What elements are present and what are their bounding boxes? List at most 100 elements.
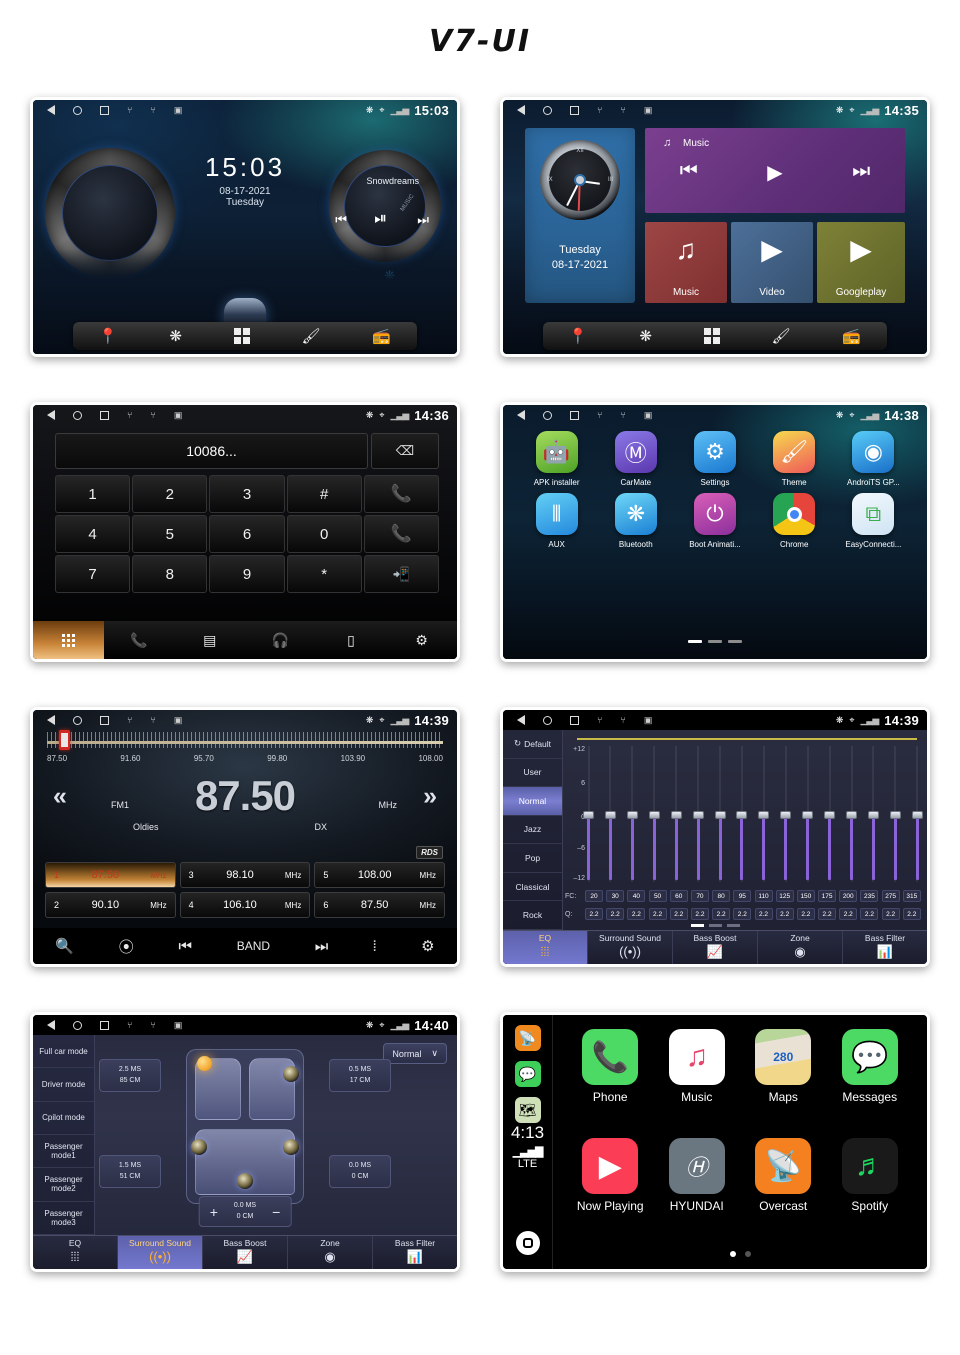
carplay-app-music[interactable]: ♫ Music [654,1029,741,1138]
keypad-icon[interactable] [33,621,104,659]
preset-5[interactable]: 5 108.00 MHz [314,862,445,888]
key-0[interactable]: 0 [286,515,362,553]
mode-cpilot[interactable]: Cpilot mode [33,1102,94,1135]
screen-dialpad[interactable]: ⑂ ⑂ ▣ ❋ ⌖ ▁▃▅ 14:36 10086... ⌫ 1 2 3 # 📞… [30,402,460,662]
q-values-row[interactable]: 2.2 2.2 2.2 2.2 2.2 2.2 2.2 2.2 2.2 2.2 2.2 2.2 2.2 2… [585,908,921,920]
screen-home-clock[interactable]: ⑂ ⑂ ▣ ❋ ⌖ ▁▃▅ 15:03 15:03 08-17-2021 Tue… [30,97,460,357]
page-dot[interactable] [729,1251,736,1257]
q-value[interactable]: 2.2 [712,908,731,920]
screen-surround-sound[interactable]: ⑂ ⑂ ▣ ❋ ⌖ ▁▃▅ 14:40 Full car mode Driver… [30,1012,460,1272]
q-value[interactable]: 2.2 [754,908,773,920]
carplay-app-overcast[interactable]: 📡 Overcast [740,1138,827,1247]
music-playpause-button[interactable]: ⏯ [374,210,387,228]
eq-band-slider[interactable] [670,746,682,882]
q-value[interactable]: 2.2 [796,908,815,920]
car-cabin-diagram[interactable] [186,1049,304,1204]
eq-preset-jazz[interactable]: Jazz [503,816,562,845]
apps-icon[interactable] [703,328,720,344]
back-icon[interactable] [47,105,55,115]
carplay-app-messages[interactable]: 💬 Messages [827,1029,914,1138]
back-icon[interactable] [47,715,55,725]
location-icon[interactable]: 📍 [569,329,588,344]
audio-tab-bar[interactable]: EQ ⦙⦙⦙ Surround Sound ((•)) Bass Boost 📈… [33,1235,457,1269]
music-next-button[interactable]: ⏭ [852,160,870,185]
decrease-button[interactable]: − [262,1204,290,1220]
screen-radio[interactable]: ⑂ ⑂ ▣ ❋ ⌖ ▁▃▅ 14:39 87.50 91.60 95.70 99… [30,707,460,967]
key-8[interactable]: 8 [132,555,208,593]
carplay-app-hyundai[interactable]: Ⓗ HYUNDAI [654,1138,741,1247]
preset-4[interactable]: 4 106.10 MHz [179,892,311,918]
dialed-number-input[interactable]: 10086... [55,433,368,469]
fc-value[interactable]: 60 [669,890,688,902]
tab-surround-sound[interactable]: Surround Sound ((•)) [588,931,673,964]
app-settings[interactable]: ⚙ Settings [675,431,754,487]
home-icon[interactable] [73,410,82,420]
music-prev-button[interactable]: ⏮ [680,160,698,185]
fc-value[interactable]: 20 [585,890,603,902]
app-easyconnection[interactable]: ⧉ EasyConnecti... [834,493,913,549]
call-history-icon[interactable]: 📞 [104,632,175,649]
q-value[interactable]: 2.2 [627,908,646,920]
fc-value[interactable]: 235 [860,890,879,902]
music-widget[interactable]: ♫ Music ⏮ ▶ ⏭ [645,128,905,213]
app-aux[interactable]: ⦀ AUX [517,493,596,549]
q-value[interactable]: 2.2 [669,908,688,920]
preset-2[interactable]: 2 90.10 MHz [45,892,176,918]
tab-bass-boost[interactable]: Bass Boost 📈 [203,1236,288,1269]
overcast-icon[interactable]: 📡 [514,1025,541,1051]
carplay-screen[interactable]: 📡 💬 🗺 4:13 ▁▃▅▇ LTE 📞 Phone ♫ Music 280 … [503,1015,927,1269]
app-grid[interactable]: 🤖 APK installer Ⓜ CarMate ⚙ Settings 🖌 T… [517,431,913,549]
tab-bass-filter[interactable]: Bass Filter 📊 [843,931,927,964]
eq-band-slider[interactable] [889,746,901,882]
bt-headset-icon[interactable]: 🎧 [245,632,316,649]
key-7[interactable]: 7 [55,555,131,593]
delay-rear-right[interactable]: 0.0 MS 0 CM [329,1155,391,1188]
increase-button[interactable]: + [200,1204,228,1220]
eq-band-slider[interactable] [692,746,704,882]
delay-rear-left[interactable]: 1.5 MS 51 CM [99,1155,161,1188]
tab-eq[interactable]: EQ ⦙⦙⦙ [33,1236,118,1269]
band-button[interactable]: BAND [237,939,270,953]
carplay-sidebar[interactable]: 📡 💬 🗺 4:13 ▁▃▅▇ LTE [503,1015,553,1269]
q-value[interactable]: 2.2 [881,908,900,920]
tuner-bar[interactable] [47,741,443,744]
app-apk-installer[interactable]: 🤖 APK installer [517,431,596,487]
tab-bass-filter[interactable]: Bass Filter 📊 [373,1236,457,1269]
delay-front-right[interactable]: 0.5 MS 17 CM [329,1059,391,1092]
home-icon[interactable] [543,105,552,115]
back-icon[interactable] [517,105,525,115]
key-star[interactable]: * [286,555,362,593]
fc-value[interactable]: 30 [606,890,625,902]
radio-bottom-bar[interactable]: 🔍 ⦿ ⏮ BAND ⏭ ⦙ ⚙ [33,928,457,964]
key-9[interactable]: 9 [209,555,285,593]
music-play-button[interactable]: ▶ [767,160,782,185]
fc-value[interactable]: 175 [818,890,837,902]
radio-icon[interactable]: 📻 [372,329,391,344]
page-dot[interactable] [708,640,722,643]
prev-icon[interactable]: ⏮ [179,938,193,955]
mode-passenger3[interactable]: Passenger mode3 [33,1202,94,1235]
q-value[interactable]: 2.2 [818,908,837,920]
bt-settings-icon[interactable]: ⚙ [386,632,457,649]
app-boot-animation[interactable]: ⏻ Boot Animati... [675,493,754,549]
fc-value[interactable]: 125 [775,890,794,902]
home-icon[interactable] [73,1020,82,1030]
carplay-app-grid[interactable]: 📞 Phone ♫ Music 280 Maps 💬 Messages ▶ No… [553,1015,927,1269]
equalizer-icon[interactable]: ⦙ [373,938,376,955]
radio-icon[interactable]: 📻 [842,329,861,344]
fc-value[interactable]: 315 [902,890,921,902]
screen-equalizer[interactable]: ⑂ ⑂ ▣ ❋ ⌖ ▁▃▅ 14:39 ↻ Default User Norma… [500,707,930,967]
fc-value[interactable]: 150 [796,890,815,902]
eq-band-sliders[interactable] [583,746,923,882]
fc-value[interactable]: 40 [627,890,646,902]
dial-keypad[interactable]: 1 2 3 # 📞 4 5 6 0 📞 7 8 9 * 📲 [55,475,439,593]
eq-band-slider[interactable] [867,746,879,882]
eq-preset-default[interactable]: ↻ Default [503,730,562,759]
back-icon[interactable] [517,715,525,725]
phone-bottom-bar[interactable]: 📞 ▤ 🎧 ▯ ⚙ [33,621,457,659]
key-4[interactable]: 4 [55,515,131,553]
q-value[interactable]: 2.2 [585,908,603,920]
surround-mode-dropdown[interactable]: Normal ∨ [383,1043,447,1064]
bluetooth-icon[interactable]: ❋ [169,329,182,344]
eq-band-slider[interactable] [583,746,594,882]
